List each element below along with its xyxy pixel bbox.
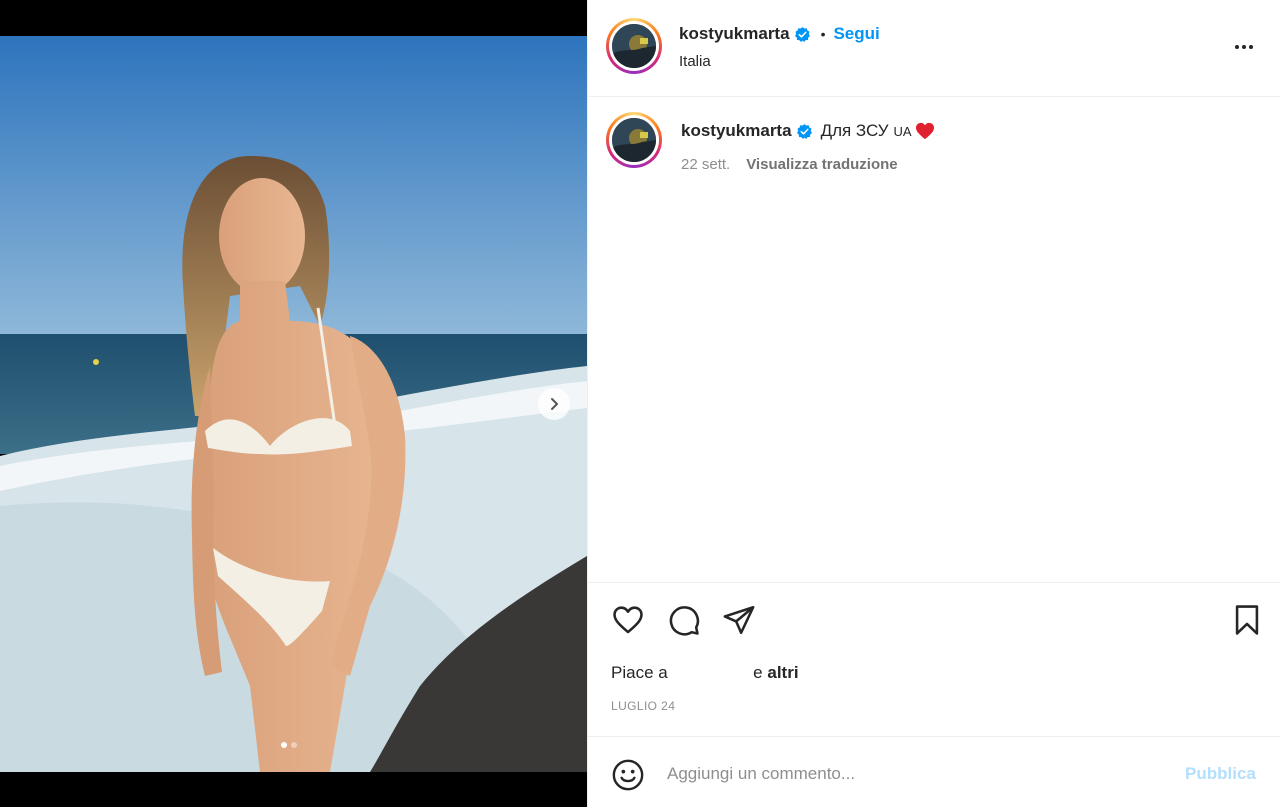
likes-prefix: Piace a (611, 663, 668, 682)
ukraine-flag-emoji: UA (893, 123, 912, 139)
post-photo (0, 36, 587, 772)
carousel-dot-active (281, 742, 287, 748)
share-button[interactable] (722, 603, 756, 637)
verified-badge-icon (794, 26, 810, 42)
post-actions-section: Piace a e altri LUGLIO 24 (588, 582, 1280, 737)
separator-dot: • (820, 26, 826, 42)
post-details-panel: kostyukmarta • Segui Italia kostyukmarta… (587, 0, 1280, 807)
likes-summary: Piace a e altri (611, 663, 799, 683)
post-date[interactable]: LUGLIO 24 (611, 699, 675, 713)
caption-username[interactable]: kostyukmarta (681, 121, 792, 141)
caption-text: Для ЗСУ (820, 121, 889, 140)
publish-button[interactable]: Pubblica (1185, 764, 1256, 784)
verified-badge-icon (796, 123, 812, 139)
emoji-button[interactable] (611, 758, 645, 792)
follow-button[interactable]: Segui (833, 24, 879, 44)
comment-icon (669, 606, 700, 636)
more-options-icon[interactable] (1231, 38, 1257, 56)
share-icon (723, 605, 755, 635)
heart-icon (613, 606, 643, 634)
author-username[interactable]: kostyukmarta (679, 24, 790, 44)
comment-bar: Pubblica (588, 737, 1280, 807)
chevron-right-icon (551, 398, 558, 410)
red-heart-emoji-icon (915, 122, 934, 140)
bookmark-icon (1235, 605, 1259, 635)
caption-avatar[interactable] (606, 112, 662, 168)
view-translation-button[interactable]: Visualizza traduzione (746, 156, 897, 173)
comment-input[interactable] (667, 761, 1167, 787)
likes-middle: e (753, 663, 763, 682)
save-button[interactable] (1230, 603, 1264, 637)
post-header: kostyukmarta • Segui Italia (588, 0, 1280, 97)
post-media (0, 0, 587, 807)
carousel-dot (291, 742, 297, 748)
caption-time[interactable]: 22 sett. (681, 156, 730, 173)
next-slide-button[interactable] (538, 388, 570, 420)
like-button[interactable] (611, 603, 645, 637)
smiley-icon (612, 759, 644, 791)
carousel-indicator (281, 742, 297, 748)
author-avatar[interactable] (606, 18, 662, 74)
likes-others-link[interactable]: altri (767, 663, 798, 682)
comment-button[interactable] (667, 603, 701, 637)
post-location[interactable]: Italia (679, 53, 711, 70)
